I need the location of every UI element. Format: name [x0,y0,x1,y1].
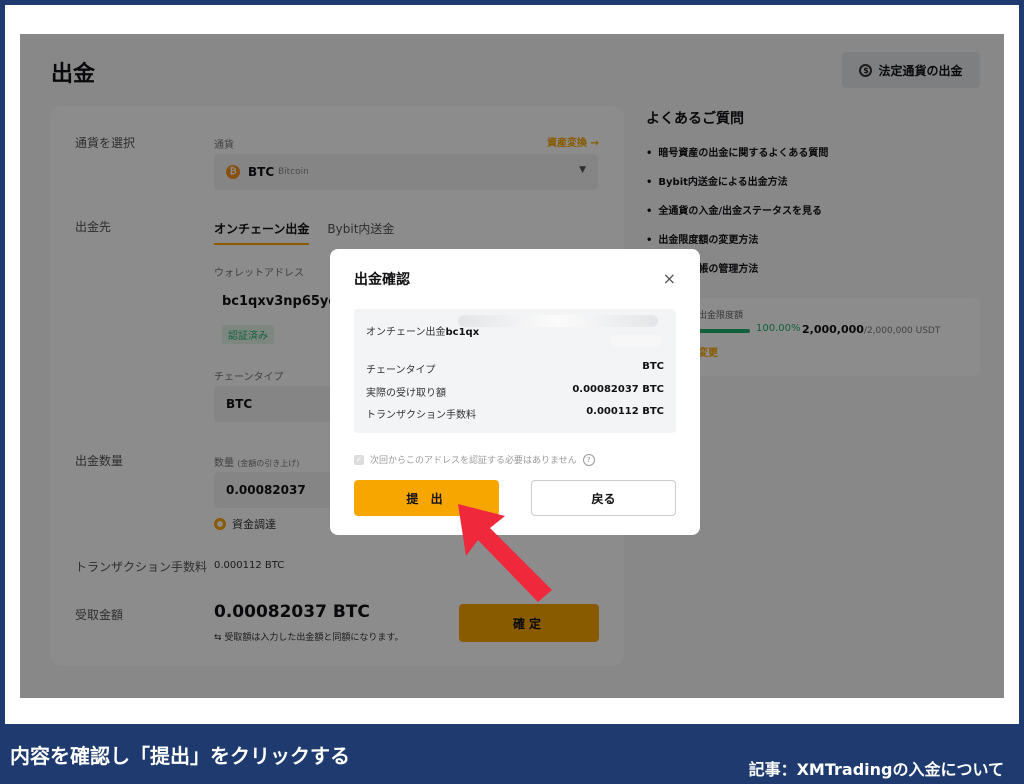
confirm-summary: オンチェーン出金bc1qx チェーンタイプ BTC 実際の受け取り額 0.000… [354,309,676,433]
chain-type-row: チェーンタイプ BTC [366,361,664,376]
address-prefix: bc1qx [445,327,480,338]
help-icon[interactable]: ? [582,453,595,466]
close-icon[interactable]: × [663,269,676,288]
actual-receive-row: 実際の受け取り額 0.00082037 BTC [366,384,664,399]
fee-row: トランザクション手数料 0.000112 BTC [366,406,664,421]
checkbox-label: 次回からこのアドレスを認証する必要はありません [370,456,577,466]
skip-verification-checkbox[interactable]: ✓ 次回からこのアドレスを認証する必要はありません ? [354,453,595,466]
modal-chain-label: チェーンタイプ [366,365,436,376]
caption-bar: 内容を確認し「提出」をクリックする 記事：XMTradingの入金について [0,724,1024,784]
actual-receive-value: 0.00082037 BTC [572,384,664,395]
modal-chain-value: BTC [642,361,664,372]
withdraw-confirm-modal: 出金確認 × オンチェーン出金bc1qx チェーンタイプ BTC 実際の受け取り… [330,249,700,535]
screenshot-area: 出金 $ 法定通貨の出金 通貨を選択 通貨 資産変換 → ₿ BTC Bitco… [20,34,1004,698]
caption-text: 内容を確認し「提出」をクリックする [10,744,350,768]
modal-title: 出金確認 [354,272,410,288]
article-link: 記事：XMTradingの入金について [748,760,1004,779]
address-blur-mask [458,315,658,327]
onchain-label: オンチェーン出金 [366,327,446,338]
modal-fee-value: 0.000112 BTC [586,406,664,417]
modal-fee-label: トランザクション手数料 [366,410,476,421]
address-blur-mask [610,335,662,347]
actual-receive-label: 実際の受け取り額 [366,388,446,399]
red-arrow-pointer-icon [458,504,552,602]
checkbox-icon: ✓ [354,454,364,465]
